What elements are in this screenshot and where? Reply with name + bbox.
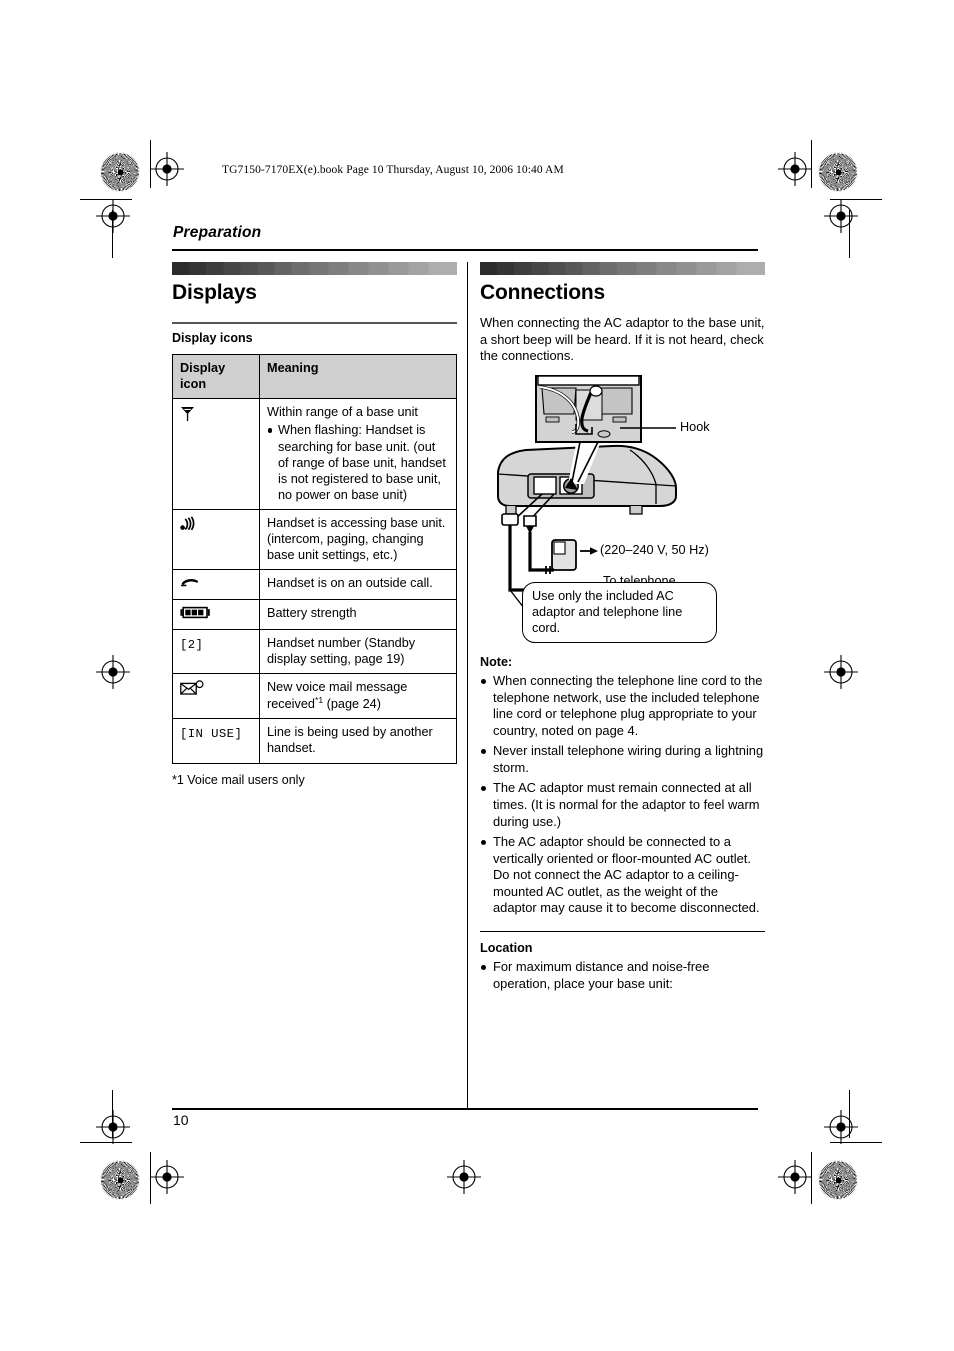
list-item: When connecting the telephone line cord … bbox=[480, 673, 765, 739]
voltage-label: (220–240 V, 50 Hz) bbox=[600, 542, 709, 557]
handset-number-text-icon: [2] bbox=[180, 637, 204, 652]
meaning-cell: Line is being used by another handset. bbox=[259, 718, 457, 764]
location-heading: Location bbox=[480, 941, 533, 956]
list-item: The AC adaptor should be connected to a … bbox=[480, 834, 765, 917]
connections-diagram: Hook (220–240 V, 50 Hz) To telephone net… bbox=[480, 374, 765, 643]
table-row: [IN USE] Line is being used by another h… bbox=[172, 718, 457, 764]
section-gradient-bar-displays bbox=[172, 262, 457, 275]
meaning-text: Line is being used by another handset. bbox=[267, 725, 433, 756]
display-icon-cell bbox=[172, 598, 260, 630]
registration-target-left-lower bbox=[96, 1110, 130, 1144]
halftone-dot-top-left bbox=[100, 152, 140, 192]
meaning-cell: Within range of a base unit When flashin… bbox=[259, 398, 457, 510]
section-title-connections: Connections bbox=[480, 281, 605, 304]
registration-target-bottom-right bbox=[778, 1160, 812, 1194]
registration-target-top-left bbox=[150, 152, 184, 186]
meaning-bullet-list: When flashing: Handset is searching for … bbox=[267, 422, 449, 503]
display-icon-cell: [2] bbox=[172, 628, 260, 674]
phone-handset-icon bbox=[180, 577, 200, 591]
table-row: Within range of a base unit When flashin… bbox=[172, 398, 457, 510]
header-rule bbox=[172, 249, 758, 251]
subhead-rule bbox=[172, 322, 457, 324]
meaning-text: Handset is accessing base unit. (interco… bbox=[267, 516, 446, 563]
table-row: New voice mail message received*1 (page … bbox=[172, 672, 457, 720]
halftone-dot-bottom-right bbox=[818, 1160, 858, 1200]
table-header-display-icon: Display icon bbox=[172, 353, 260, 400]
registration-target-right-mid bbox=[824, 655, 858, 689]
envelope-icon bbox=[180, 680, 204, 698]
display-icons-table: Display icon Meaning Within range of a b… bbox=[172, 353, 457, 764]
table-header-meaning: Meaning bbox=[259, 353, 457, 400]
registration-target-right-upper bbox=[824, 199, 858, 233]
meaning-text: Battery strength bbox=[267, 605, 357, 620]
table-header-row: Display icon Meaning bbox=[172, 353, 457, 400]
display-icon-cell bbox=[172, 672, 260, 720]
display-icon-cell: [IN USE] bbox=[172, 718, 260, 764]
antenna-icon bbox=[180, 407, 195, 425]
registration-target-right-lower bbox=[824, 1110, 858, 1144]
table-row: Battery strength bbox=[172, 598, 457, 630]
registration-target-left-upper bbox=[96, 199, 130, 233]
right-column: Connections When connecting the AC adapt… bbox=[480, 262, 765, 992]
meaning-text: Handset number (Standby display setting,… bbox=[267, 635, 416, 666]
list-item: The AC adaptor must remain connected at … bbox=[480, 780, 765, 830]
registration-target-left-mid bbox=[96, 655, 130, 689]
subhead-display-icons: Display icons bbox=[172, 331, 253, 345]
file-header-text: TG7150-7170EX(e).book Page 10 Thursday, … bbox=[222, 164, 564, 176]
meaning-text-post: (page 24) bbox=[323, 697, 381, 712]
page-number: 10 bbox=[173, 1112, 189, 1128]
callout-text: Use only the included AC adaptor and tel… bbox=[532, 588, 683, 635]
in-use-text-icon: [IN USE] bbox=[180, 727, 243, 742]
meaning-cell: New voice mail message received*1 (page … bbox=[259, 672, 457, 720]
halftone-dot-bottom-left bbox=[100, 1160, 140, 1200]
meaning-cell: Handset number (Standby display setting,… bbox=[259, 628, 457, 674]
table-row: [2] Handset number (Standby display sett… bbox=[172, 628, 457, 674]
meaning-cell: Battery strength bbox=[259, 598, 457, 630]
location-list: For maximum distance and noise-free oper… bbox=[480, 959, 765, 992]
halftone-dot-top-right bbox=[818, 152, 858, 192]
note-heading: Note: bbox=[480, 654, 513, 669]
footnote-marker: *1 bbox=[314, 695, 324, 705]
list-item: Never install telephone wiring during a … bbox=[480, 743, 765, 776]
meaning-cell: Handset is on an outside call. bbox=[259, 569, 457, 600]
list-item: For maximum distance and noise-free oper… bbox=[480, 959, 765, 992]
section-title-displays: Displays bbox=[172, 281, 257, 304]
connections-intro-text: When connecting the AC adaptor to the ba… bbox=[480, 315, 765, 364]
footer-rule bbox=[172, 1108, 758, 1110]
callout-bubble: Use only the included AC adaptor and tel… bbox=[522, 581, 717, 643]
meaning-cell: Handset is accessing base unit. (interco… bbox=[259, 508, 457, 571]
display-icon-cell bbox=[172, 508, 260, 571]
meaning-text: Handset is on an outside call. bbox=[267, 576, 433, 591]
battery-icon bbox=[180, 606, 210, 622]
registration-target-top-right bbox=[778, 152, 812, 186]
hook-label: Hook bbox=[680, 419, 710, 434]
registration-target-bottom-center bbox=[447, 1160, 481, 1194]
table-footnote: *1 Voice mail users only bbox=[172, 772, 305, 787]
display-icon-cell bbox=[172, 569, 260, 600]
signal-waves-icon bbox=[180, 516, 197, 534]
table-row: Handset is on an outside call. bbox=[172, 569, 457, 600]
section-gradient-bar-connections bbox=[480, 262, 765, 275]
left-column: Displays Display icons Display icon Mean… bbox=[172, 262, 457, 787]
location-section-rule bbox=[480, 931, 765, 933]
column-divider bbox=[467, 262, 468, 1108]
meaning-text: Within range of a base unit bbox=[267, 405, 418, 420]
note-list: When connecting the telephone line cord … bbox=[480, 673, 765, 917]
display-icon-cell bbox=[172, 398, 260, 510]
chapter-title: Preparation bbox=[173, 224, 262, 241]
list-item: When flashing: Handset is searching for … bbox=[267, 422, 449, 503]
registration-target-bottom-left bbox=[150, 1160, 184, 1194]
table-row: Handset is accessing base unit. (interco… bbox=[172, 508, 457, 571]
